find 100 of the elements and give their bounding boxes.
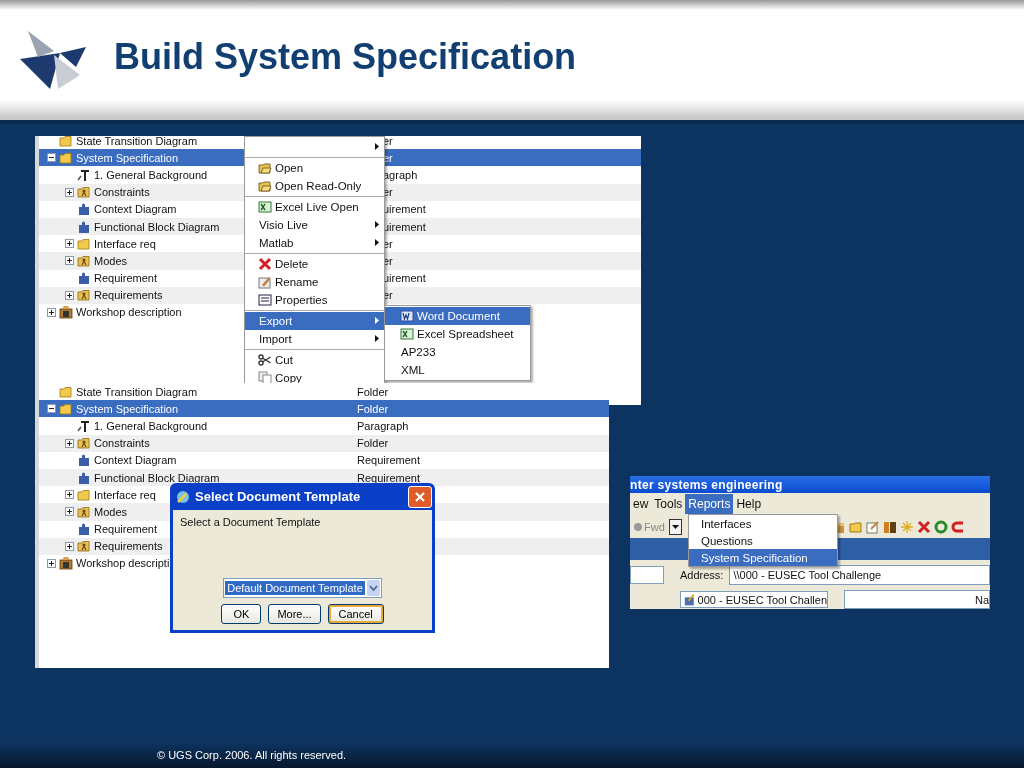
item-label[interactable]: 1. General Background (94, 419, 208, 432)
item-label[interactable]: Constraints (94, 437, 150, 450)
delete-icon[interactable] (916, 519, 931, 534)
menu-item[interactable]: Questions (689, 532, 837, 549)
folder-icon (59, 384, 73, 399)
item-label[interactable]: Context Diagram (94, 203, 177, 216)
dot-icon (634, 522, 642, 531)
menu-item[interactable]: Word Document (385, 307, 530, 325)
type-cell-text: Folder (357, 385, 390, 398)
menu-item[interactable]: Open (245, 159, 384, 177)
paragraph-icon (77, 418, 91, 433)
menu-item[interactable]: Visio Live (245, 216, 384, 234)
folder-icon (59, 401, 73, 416)
item-label[interactable]: Interface req (94, 237, 156, 250)
expand-icon[interactable] (47, 307, 56, 317)
refresh-icon[interactable] (933, 519, 948, 534)
item-label[interactable]: Workshop description (76, 306, 182, 319)
puzzle-icon (77, 522, 91, 537)
folder-figure-icon (77, 504, 91, 519)
folder-figure-icon (77, 436, 91, 451)
item-label[interactable]: System Specification (76, 151, 179, 164)
template-dropdown[interactable]: Default Document Template (223, 578, 382, 598)
menu-item[interactable]: Cut (245, 351, 384, 369)
window-title: nter systems engineering (630, 476, 990, 493)
expand-icon[interactable] (65, 290, 74, 300)
folder-figure-icon (77, 253, 91, 268)
item-label[interactable]: Requirements (94, 289, 163, 302)
item-label[interactable]: Interface req (94, 488, 156, 501)
item-label[interactable]: Functional Block Diagram (94, 220, 220, 233)
expand-icon[interactable] (65, 438, 74, 448)
item-label[interactable]: State Transition Diagram (76, 136, 198, 147)
item-label[interactable]: Modes (94, 254, 128, 267)
expand-icon[interactable] (65, 187, 74, 197)
submenu-arrow-icon (375, 335, 379, 342)
edit-icon[interactable] (865, 519, 880, 534)
item-label[interactable]: Requirement (94, 272, 157, 285)
menu-item[interactable]: Import (245, 330, 384, 348)
menu-bar-item[interactable]: ew (630, 494, 652, 514)
item-label[interactable]: Requirements (94, 540, 163, 553)
expand-icon[interactable] (65, 239, 74, 249)
menu-item[interactable]: XML (385, 361, 530, 379)
item-label[interactable]: State Transition Diagram (76, 385, 198, 398)
item-label[interactable]: Workshop descripti (76, 557, 170, 570)
close-icon (414, 490, 426, 503)
folder-icon (77, 236, 91, 251)
dialog-button[interactable]: More... (268, 604, 321, 624)
menu-item[interactable]: Properties (245, 291, 384, 309)
menu-bar-item[interactable]: Tools (651, 494, 686, 514)
item-label[interactable]: Modes (94, 505, 128, 518)
menu-item[interactable]: Excel Live Open (245, 198, 384, 216)
menu-item[interactable]: Matlab (245, 234, 384, 252)
dialog-title: Select Document Template (195, 489, 361, 504)
menu-item[interactable]: Open Read-Only (245, 177, 384, 195)
menu-bar-item[interactable]: Reports (685, 494, 734, 514)
menu-item[interactable]: Rename (245, 273, 384, 291)
type-cell-text: agraph (383, 168, 419, 181)
menu-item[interactable]: Excel Spreadsheet (385, 325, 530, 343)
expand-icon[interactable] (65, 490, 74, 500)
folder-icon (258, 161, 272, 175)
tree-item[interactable]: 000 - EUSEC Tool Challen (680, 591, 828, 608)
collapse-icon[interactable] (47, 153, 56, 163)
item-label[interactable]: Constraints (94, 186, 150, 199)
puzzle-icon (77, 271, 91, 286)
dialog-prompt: Select a Document Template (180, 516, 322, 528)
dropdown-button[interactable] (668, 518, 682, 535)
dialog-button[interactable]: Cancel (327, 604, 384, 624)
expand-icon[interactable] (47, 558, 56, 568)
item-label[interactable]: System Specification (76, 402, 179, 415)
collapse-icon[interactable] (47, 404, 56, 414)
folder-icon (59, 150, 73, 165)
puzzle-icon (77, 202, 91, 217)
item-label[interactable]: Requirement (94, 523, 157, 536)
book-icon[interactable] (882, 519, 897, 534)
close-button[interactable] (408, 485, 432, 508)
expand-icon[interactable] (65, 256, 74, 266)
address-field[interactable]: \\000 - EUSEC Tool Challenge (729, 565, 990, 585)
spreadsheet-icon (258, 200, 272, 214)
folder-icon (258, 179, 272, 193)
menu-item[interactable]: Interfaces (689, 515, 837, 532)
expand-icon[interactable] (65, 541, 74, 551)
dialog-button[interactable]: OK (221, 604, 262, 624)
menu-item[interactable]: Export (245, 312, 384, 330)
properties-icon (258, 293, 272, 307)
side-field[interactable] (630, 566, 664, 584)
expand-icon[interactable] (65, 507, 74, 517)
caret-icon (366, 580, 380, 596)
magnet-icon[interactable] (950, 519, 965, 534)
submenu-arrow-icon (375, 317, 379, 324)
menu-item[interactable]: Delete (245, 255, 384, 273)
puzzle-icon (77, 453, 91, 468)
item-label[interactable]: 1. General Background (94, 168, 208, 181)
menu-item[interactable]: AP233 (385, 343, 530, 361)
type-cell-text: Folder (357, 402, 390, 415)
item-label[interactable]: Context Diagram (94, 454, 177, 467)
menu-item[interactable]: System Specification (689, 549, 837, 566)
column-header[interactable]: Na (844, 590, 990, 609)
item-label[interactable]: Functional Block Diagram (94, 471, 220, 484)
copyright-notice: © UGS Corp. 2006. All rights reserved. (157, 749, 347, 761)
menu-bar-item[interactable]: Help (733, 494, 765, 514)
document-icon (400, 309, 414, 323)
